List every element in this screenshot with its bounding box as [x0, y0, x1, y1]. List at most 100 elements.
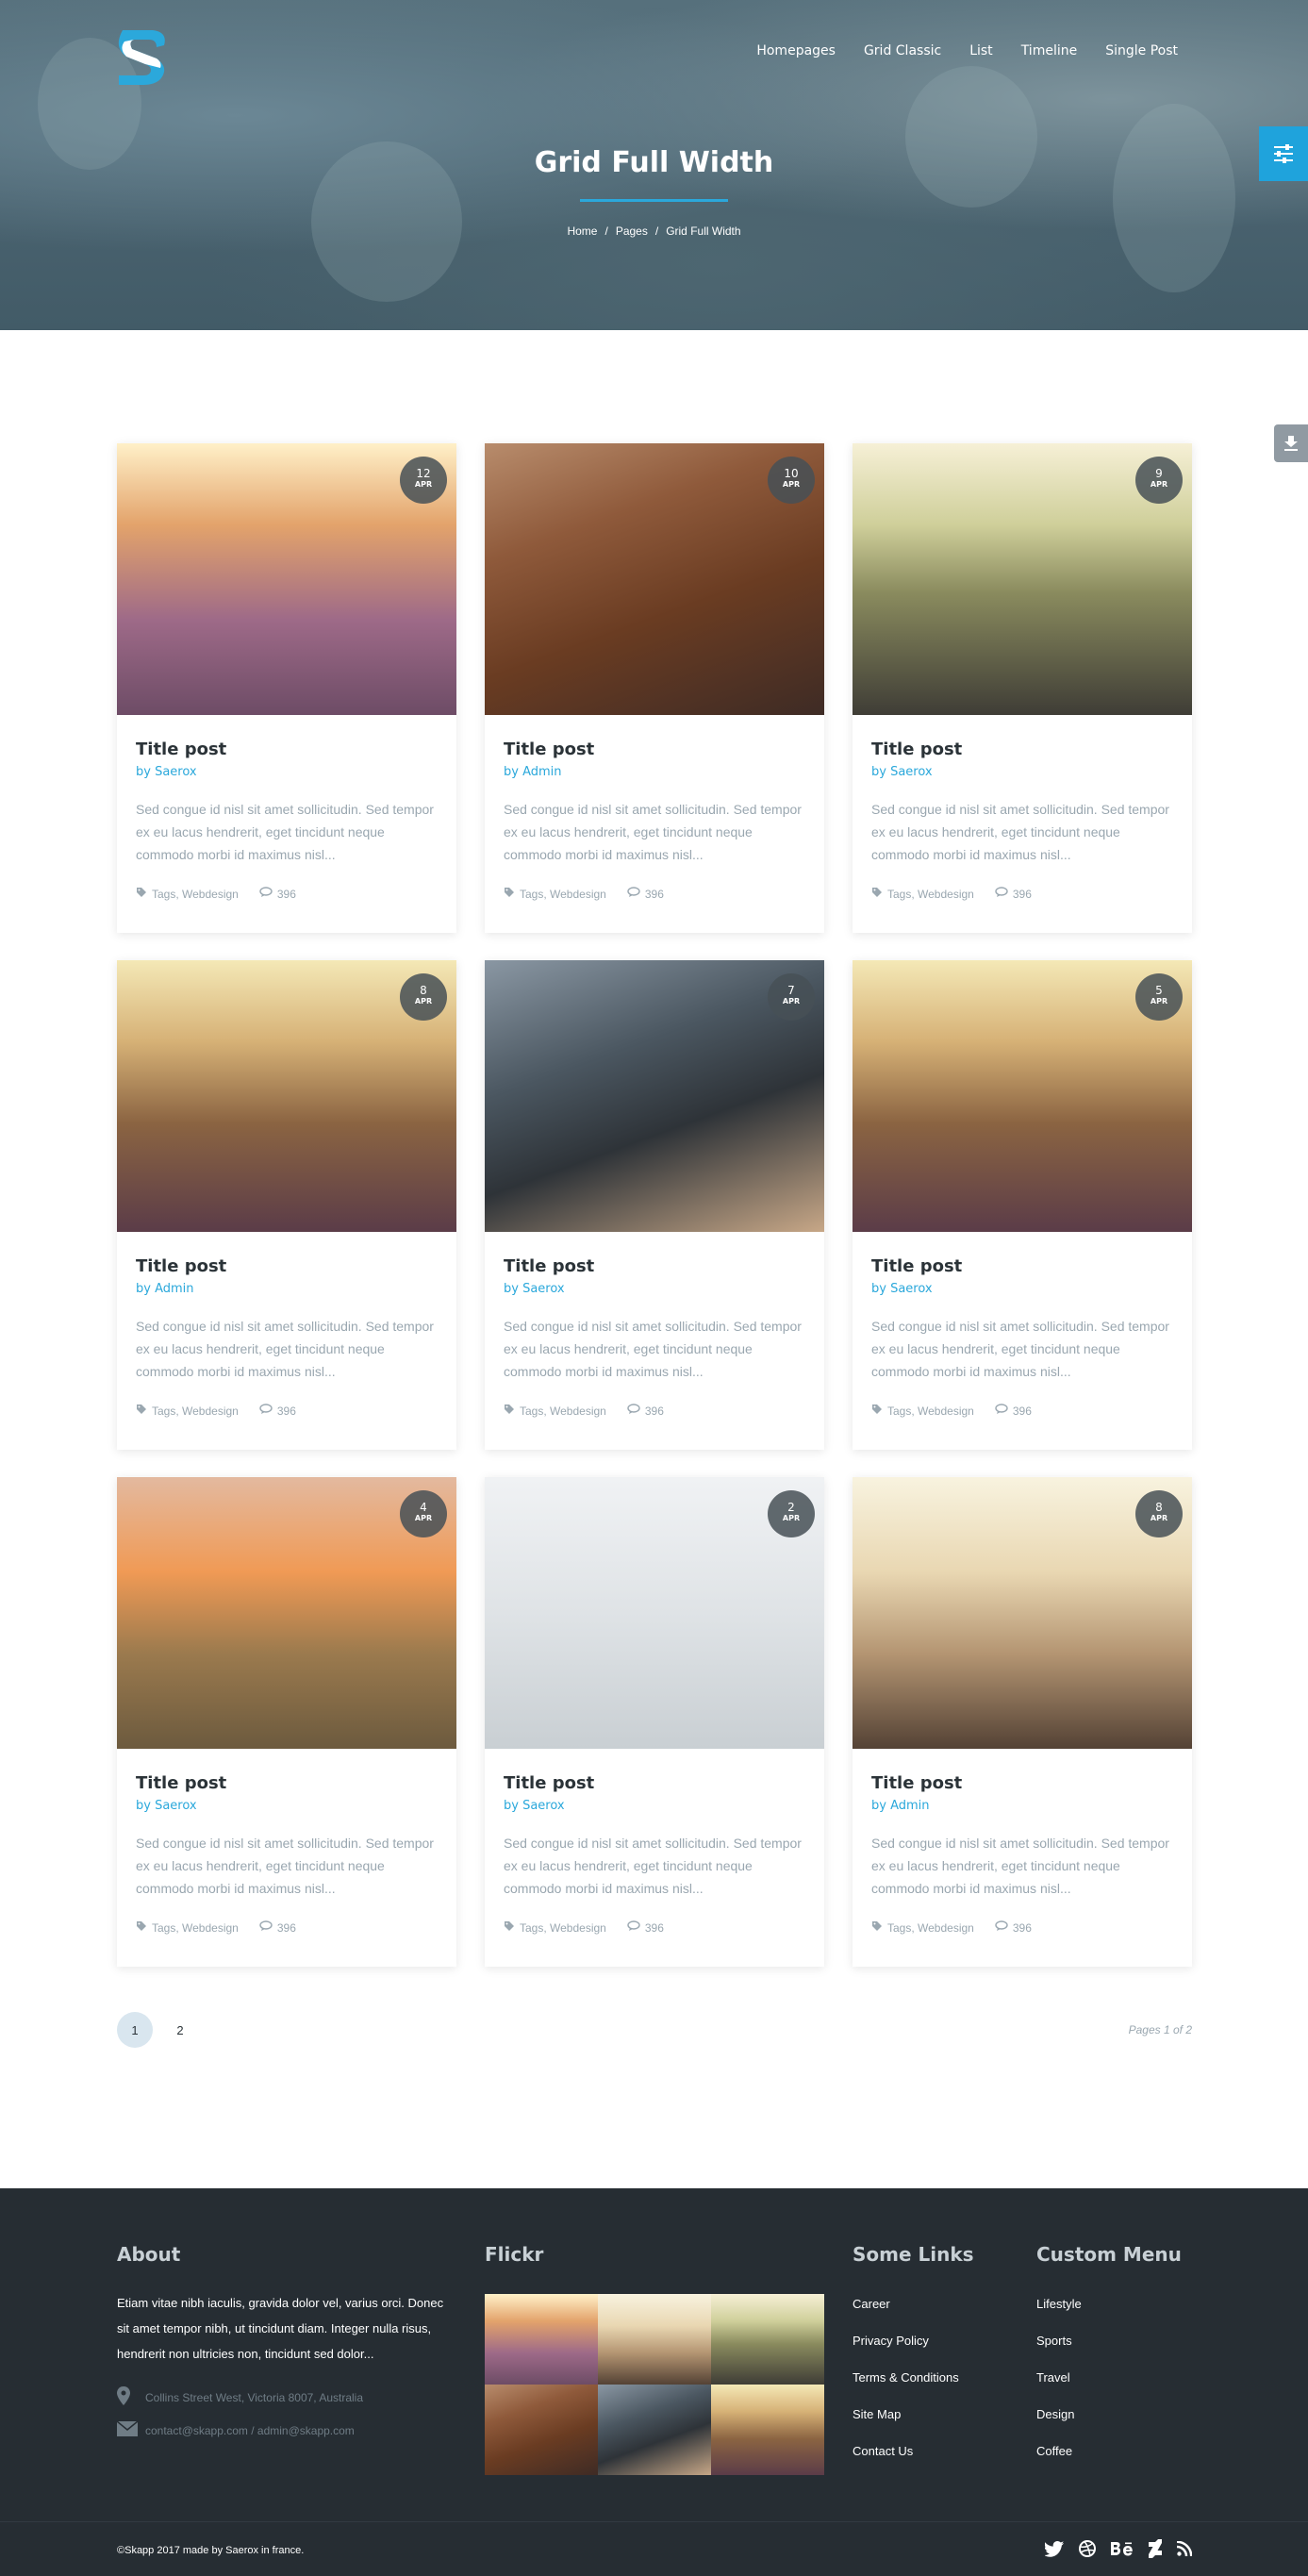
nav-item-list[interactable]: List [969, 43, 992, 58]
page-1-button[interactable]: 1 [117, 2012, 153, 2048]
post-meta: Tags, Webdesign 396 [504, 1920, 805, 1935]
breadcrumb-pages[interactable]: Pages [616, 224, 648, 238]
comments-count[interactable]: 396 [1013, 1404, 1032, 1418]
comments-count[interactable]: 396 [1013, 1921, 1032, 1935]
menu-travel[interactable]: Travel [1036, 2359, 1082, 2396]
post-tags[interactable]: Tags, Webdesign [887, 888, 974, 901]
link-career[interactable]: Career [853, 2285, 959, 2322]
post-tags[interactable]: Tags, Webdesign [520, 1404, 606, 1418]
post-card[interactable]: 10 APR Title post by Admin Sed congue id… [485, 443, 824, 933]
post-image[interactable]: 10 APR [485, 443, 824, 715]
post-tags[interactable]: Tags, Webdesign [152, 888, 239, 901]
post-image[interactable]: 2 APR [485, 1477, 824, 1749]
hero-background-shape [1113, 104, 1235, 292]
link-terms-conditions[interactable]: Terms & Conditions [853, 2359, 959, 2396]
settings-panel-toggle[interactable] [1259, 126, 1308, 181]
comments-count[interactable]: 396 [645, 1921, 664, 1935]
author-link[interactable]: Saerox [890, 1282, 933, 1296]
post-card[interactable]: 2 APR Title post by Saerox Sed congue id… [485, 1477, 824, 1967]
flickr-gallery [485, 2294, 824, 2475]
post-title[interactable]: Title post [871, 1256, 1173, 1277]
post-title[interactable]: Title post [136, 1256, 438, 1277]
date-badge: 5 APR [1135, 973, 1183, 1021]
link-site-map[interactable]: Site Map [853, 2396, 959, 2433]
menu-lifestyle[interactable]: Lifestyle [1036, 2285, 1082, 2322]
site-logo[interactable] [115, 26, 170, 87]
post-tags[interactable]: Tags, Webdesign [887, 1404, 974, 1418]
post-title[interactable]: Title post [504, 740, 805, 760]
comments-count[interactable]: 396 [645, 1404, 664, 1418]
flickr-thumbnail[interactable] [598, 2294, 711, 2385]
author-link[interactable]: Admin [155, 1282, 193, 1296]
tag-icon [136, 1920, 147, 1935]
post-card[interactable]: 8 APR Title post by Admin Sed congue id … [117, 960, 456, 1450]
flickr-thumbnail[interactable] [711, 2385, 824, 2475]
dribbble-icon[interactable] [1079, 2540, 1096, 2557]
breadcrumb-separator: / [604, 224, 608, 238]
flickr-thumbnail[interactable] [485, 2294, 598, 2385]
author-link[interactable]: Saerox [522, 1799, 565, 1813]
post-card[interactable]: 4 APR Title post by Saerox Sed congue id… [117, 1477, 456, 1967]
post-tags[interactable]: Tags, Webdesign [520, 888, 606, 901]
author-link[interactable]: Admin [890, 1799, 929, 1813]
twitter-icon[interactable] [1045, 2540, 1064, 2557]
author-link[interactable]: Admin [522, 765, 561, 779]
email-text[interactable]: contact@skapp.com / admin@skapp.com [145, 2424, 355, 2437]
post-image[interactable]: 8 APR [853, 1477, 1192, 1749]
post-card[interactable]: 5 APR Title post by Saerox Sed congue id… [853, 960, 1192, 1450]
comments-count[interactable]: 396 [1013, 888, 1032, 901]
post-image[interactable]: 12 APR [117, 443, 456, 715]
post-title[interactable]: Title post [871, 740, 1173, 760]
nav-item-grid-classic[interactable]: Grid Classic [864, 43, 941, 58]
rss-icon[interactable] [1177, 2541, 1192, 2556]
author-link[interactable]: Saerox [522, 1282, 565, 1296]
post-title[interactable]: Title post [136, 1773, 438, 1794]
comments-count[interactable]: 396 [277, 888, 296, 901]
page-2-button[interactable]: 2 [162, 2012, 198, 2048]
author-link[interactable]: Saerox [890, 765, 933, 779]
post-tags[interactable]: Tags, Webdesign [152, 1921, 239, 1935]
post-image[interactable]: 8 APR [117, 960, 456, 1232]
post-title[interactable]: Title post [871, 1773, 1173, 1794]
post-card[interactable]: 12 APR Title post by Saerox Sed congue i… [117, 443, 456, 933]
post-tags[interactable]: Tags, Webdesign [152, 1404, 239, 1418]
download-button[interactable] [1274, 424, 1308, 462]
post-card[interactable]: 7 APR Title post by Saerox Sed congue id… [485, 960, 824, 1450]
menu-design[interactable]: Design [1036, 2396, 1082, 2433]
link-contact-us[interactable]: Contact Us [853, 2433, 959, 2469]
comments-count[interactable]: 396 [277, 1921, 296, 1935]
post-title[interactable]: Title post [504, 1773, 805, 1794]
post-image[interactable]: 4 APR [117, 1477, 456, 1749]
menu-sports[interactable]: Sports [1036, 2322, 1082, 2359]
nav-item-single-post[interactable]: Single Post [1105, 43, 1178, 58]
comments-count[interactable]: 396 [277, 1404, 296, 1418]
post-tags[interactable]: Tags, Webdesign [887, 1921, 974, 1935]
menu-coffee[interactable]: Coffee [1036, 2433, 1082, 2469]
comments-count[interactable]: 396 [645, 888, 664, 901]
flickr-thumbnail[interactable] [711, 2294, 824, 2385]
post-title[interactable]: Title post [504, 1256, 805, 1277]
post-image[interactable]: 9 APR [853, 443, 1192, 715]
date-day: 4 [420, 1501, 427, 1514]
posts-grid: 12 APR Title post by Saerox Sed congue i… [117, 443, 1192, 1967]
behance-icon[interactable] [1111, 2541, 1134, 2556]
link-privacy-policy[interactable]: Privacy Policy [853, 2322, 959, 2359]
author-link[interactable]: Saerox [155, 1799, 197, 1813]
post-author: by Saerox [136, 1799, 438, 1813]
deviantart-icon[interactable] [1149, 2539, 1162, 2558]
post-title[interactable]: Title post [136, 740, 438, 760]
date-month: APR [782, 1514, 801, 1522]
breadcrumb-home[interactable]: Home [567, 224, 597, 238]
flickr-thumbnail[interactable] [485, 2385, 598, 2475]
post-image[interactable]: 5 APR [853, 960, 1192, 1232]
date-month: APR [1150, 480, 1168, 489]
nav-item-timeline[interactable]: Timeline [1021, 43, 1078, 58]
post-tags[interactable]: Tags, Webdesign [520, 1921, 606, 1935]
nav-item-homepages[interactable]: Homepages [756, 43, 836, 58]
post-card[interactable]: 9 APR Title post by Saerox Sed congue id… [853, 443, 1192, 933]
flickr-thumbnail[interactable] [598, 2385, 711, 2475]
post-card[interactable]: 8 APR Title post by Admin Sed congue id … [853, 1477, 1192, 1967]
author-link[interactable]: Saerox [155, 765, 197, 779]
map-marker-icon [117, 2386, 145, 2408]
post-image[interactable]: 7 APR [485, 960, 824, 1232]
